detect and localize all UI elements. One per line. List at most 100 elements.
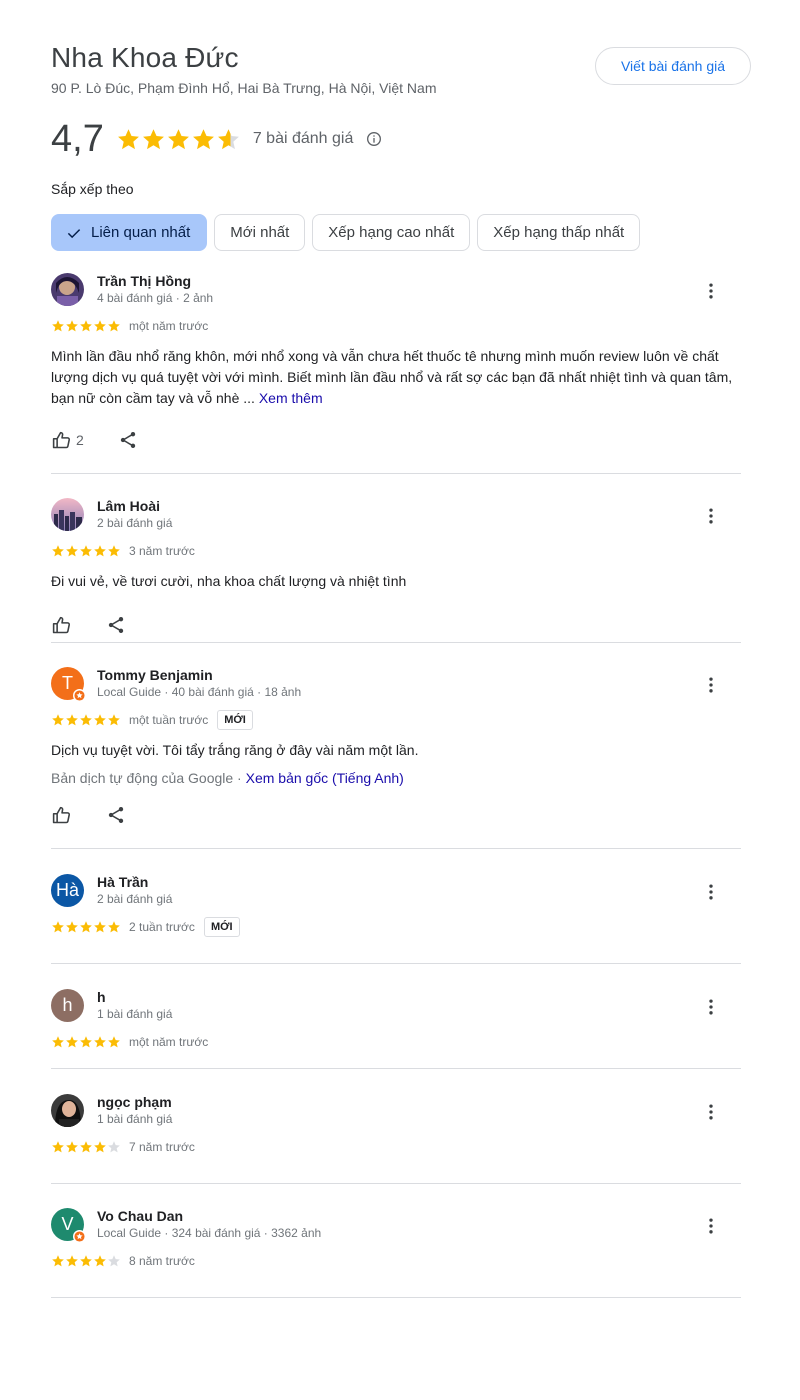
reviewer-name[interactable]: Lâm Hoài [97,498,160,514]
reviewer-meta: Local Guide · 40 bài đánh giá · 18 ảnh [97,685,302,699]
review-count: 7 bài đánh giá [252,130,354,147]
star-icon [108,1036,120,1048]
divider [51,642,741,643]
star-icon [94,545,106,557]
sort-chip-lowest[interactable]: Xếp hạng thấp nhất [477,214,641,251]
review-body: Đi vui vẻ, về tươi cười, nha khoa chất l… [51,573,407,589]
more-options-icon[interactable] [701,880,721,904]
sort-chip-relevant[interactable]: Liên quan nhất [51,214,208,251]
star-icon [66,1255,78,1267]
like-count: 2 [76,432,84,448]
view-original-link[interactable]: Xem bản gốc (Tiếng Anh) [246,770,404,786]
reviewer-name[interactable]: Trần Thị Hồng [97,273,191,289]
review-stars [51,920,121,934]
star-icon [80,921,92,933]
more-options-icon[interactable] [701,279,721,303]
star-icon [94,921,106,933]
reviewer-name[interactable]: Hà Trần [97,874,148,890]
star-icon [80,545,92,557]
star-icon [94,1141,106,1153]
review-time: 8 năm trước [129,1254,195,1268]
local-guide-badge-icon [73,1230,86,1243]
write-review-button[interactable]: Viết bài đánh giá [595,47,751,85]
sort-chip-newest[interactable]: Mới nhất [214,214,306,251]
half-star-icon [217,128,239,149]
star-icon [52,320,64,332]
star-icon [80,320,92,332]
review-time: 2 tuần trước [129,920,195,934]
share-icon[interactable] [106,615,126,635]
review-rating: 3 năm trước [51,543,195,559]
empty-star-icon [108,1141,120,1153]
more-options-icon[interactable] [701,995,721,1019]
share-icon[interactable] [106,805,126,825]
avatar-letter: T [62,673,73,693]
divider [51,473,741,474]
more-options-icon[interactable] [701,1100,721,1124]
avatar-letter: Hà [55,880,79,900]
star-icon [94,1255,106,1267]
review-text: Mình lần đầu nhổ răng khôn, mới nhổ xong… [51,346,741,409]
review-time: một năm trước [129,319,209,333]
star-icon [80,1036,92,1048]
check-icon [67,228,81,238]
reviewer-name[interactable]: h [97,989,106,1005]
rating-stars [116,127,241,152]
reviewer-name[interactable]: Vo Chau Dan [97,1208,183,1224]
review-time: một năm trước [129,1035,209,1049]
review-text: Đi vui vẻ, về tươi cười, nha khoa chất l… [51,571,741,592]
reviewer-name[interactable]: ngọc phạm [97,1094,172,1110]
sort-label: Sắp xếp theo [51,181,134,197]
avatar[interactable] [51,498,84,531]
review-rating: 2 tuần trước MỚI [51,917,240,937]
review-stars [51,1254,121,1268]
star-icon [167,128,189,149]
translation-label: Bản dịch tự động của Google · [51,770,246,786]
star-icon [80,1141,92,1153]
empty-star-icon [108,1255,120,1267]
like-button[interactable] [51,805,72,826]
reviewer-meta: Local Guide · 324 bài đánh giá · 3362 ản… [97,1226,322,1240]
review-rating: một năm trước [51,1034,208,1050]
sort-chip-highest[interactable]: Xếp hạng cao nhất [312,214,471,251]
like-button[interactable] [51,615,72,636]
avatar[interactable]: h [51,989,84,1022]
divider [51,1297,741,1298]
avatar[interactable]: T [51,667,86,702]
avatar[interactable]: V [51,1208,86,1243]
star-icon [117,128,139,149]
more-options-icon[interactable] [701,504,721,528]
review-rating: 7 năm trước [51,1139,195,1155]
like-button[interactable]: 2 [51,430,84,451]
review-stars [51,1140,121,1154]
avatar[interactable] [51,273,84,306]
more-options-icon[interactable] [701,673,721,697]
share-icon[interactable] [118,430,138,450]
review-rating: 8 năm trước [51,1253,195,1269]
review-actions: 2 [51,429,138,451]
star-icon [52,1255,64,1267]
sort-chip-label: Xếp hạng thấp nhất [493,224,625,241]
local-guide-badge-icon [73,689,86,702]
star-icon [52,1141,64,1153]
divider [51,963,741,964]
see-more-link[interactable]: Xem thêm [259,390,323,406]
sort-chip-label: Xếp hạng cao nhất [328,224,455,241]
avatar[interactable] [51,1094,84,1127]
divider [51,848,741,849]
rating-value: 4,7 [51,117,104,160]
more-options-icon[interactable] [701,1214,721,1238]
sort-chip-label: Liên quan nhất [91,224,191,241]
avatar[interactable]: Hà [51,874,84,907]
review-time: 7 năm trước [129,1140,195,1154]
reviewer-name[interactable]: Tommy Benjamin [97,667,213,683]
review-stars [51,319,121,333]
review-time: 3 năm trước [129,544,195,558]
thumbs-up-icon [52,616,71,633]
review-time: một tuần trước [129,713,209,727]
star-icon [52,1036,64,1048]
info-icon[interactable] [366,131,382,147]
avatar-letter: h [62,995,73,1015]
review-stars [51,1035,121,1049]
review-body: Dịch vụ tuyệt vời. Tôi tẩy trắng răng ở … [51,742,419,758]
